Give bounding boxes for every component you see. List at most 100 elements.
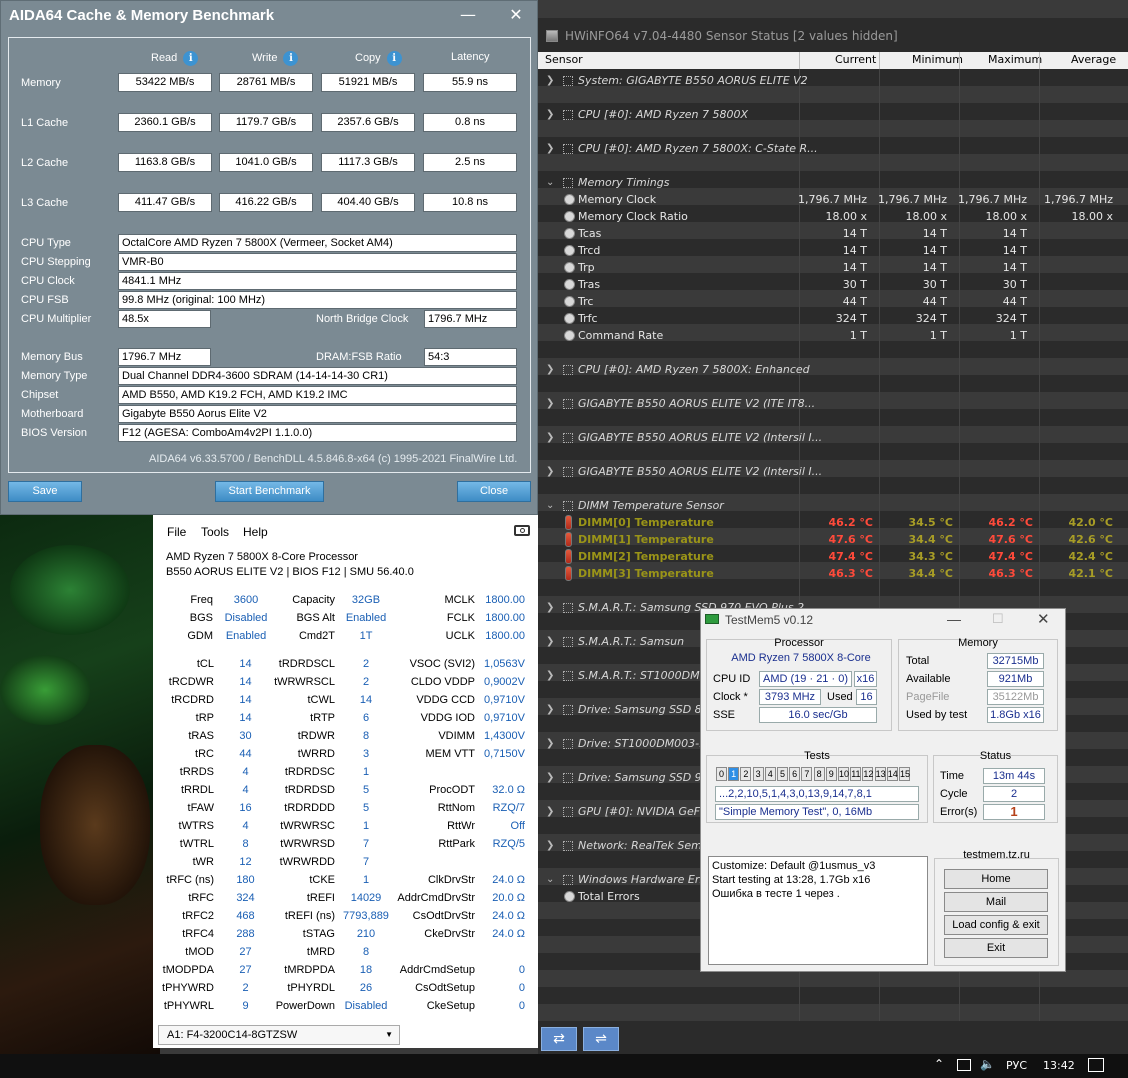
sensor-row[interactable]: Trc 44 T 44 T 44 T	[538, 293, 1128, 310]
test-number: 13	[874, 767, 886, 781]
group-smart-samsung[interactable]: S.M.A.R.T.: Samsun	[578, 633, 684, 650]
group-intersil-1[interactable]: GIGABYTE B550 AORUS ELITE V2 (Intersil I…	[578, 429, 822, 446]
aida64-window: AIDA64 Cache & Memory Benchmark — ✕ Read…	[0, 0, 538, 515]
start-benchmark-button[interactable]: Start Benchmark	[215, 481, 324, 502]
minimize-button[interactable]: —	[445, 3, 491, 27]
group-cpu-enhanced[interactable]: CPU [#0]: AMD Ryzen 7 5800X: Enhanced	[578, 361, 810, 378]
nav-arrows-icon[interactable]: ⇌	[583, 1027, 619, 1051]
exit-button[interactable]: Exit	[944, 938, 1048, 958]
sensor-row[interactable]: Memory Clock Ratio 18.00 x 18.00 x 18.00 x 1…	[538, 208, 1128, 225]
sensor-icon	[564, 313, 575, 324]
param-label: BGS Alt	[296, 612, 335, 624]
group-gpu[interactable]: GPU [#0]: NVIDIA GeFor	[578, 803, 711, 820]
timing-label: tRDRDDD	[284, 802, 335, 814]
sensor-avg-value: 42.1 °C	[1068, 567, 1113, 580]
timing-value: 2	[362, 658, 370, 670]
minimize-button[interactable]: —	[947, 611, 961, 627]
desktop-wallpaper	[0, 515, 160, 1055]
group-ite[interactable]: GIGABYTE B550 AORUS ELITE V2 (ITE IT8...	[578, 395, 815, 412]
close-button[interactable]: Close	[457, 481, 531, 502]
group-smart-st1000[interactable]: S.M.A.R.T.: ST1000DM00	[578, 667, 714, 684]
notifications-icon[interactable]	[1088, 1058, 1104, 1072]
sensor-max-value: 44 T	[1002, 295, 1027, 308]
timing-label: VDDG CCD	[416, 694, 475, 706]
menu-tools[interactable]: Tools	[201, 525, 229, 539]
info-icon[interactable]: i	[386, 51, 402, 66]
timing-value: 14	[359, 694, 373, 706]
timing-value: 16	[239, 802, 252, 814]
dimm-temp-row[interactable]: DIMM[2] Temperature 47.4 °C 34.3 °C 47.4 °C…	[538, 548, 1128, 565]
timing-value: 1,0563V	[484, 658, 525, 670]
thermometer-icon	[565, 532, 572, 547]
group-network[interactable]: Network: RealTek Semico	[578, 837, 718, 854]
timing-label: tWRWRDD	[279, 856, 335, 868]
group-whea[interactable]: Windows Hardware Error	[578, 871, 715, 888]
home-button[interactable]: Home	[944, 869, 1048, 889]
group-dimm-temp[interactable]: DIMM Temperature Sensor	[578, 497, 724, 514]
hwinfo-titlebar: HWiNFO64 v7.04-4480 Sensor Status [2 val…	[538, 18, 1128, 52]
bench-read-value: 2360.1 GB/s	[118, 113, 212, 132]
mail-button[interactable]: Mail	[944, 892, 1048, 912]
col-minimum[interactable]: Minimum	[912, 53, 963, 66]
timing-label: RttWr	[447, 820, 475, 832]
param-value: Enabled	[345, 612, 387, 624]
save-button[interactable]: Save	[8, 481, 82, 502]
nav-arrows-icon[interactable]: ⇄	[541, 1027, 577, 1051]
clock[interactable]: 13:42	[1043, 1059, 1075, 1072]
sensor-row[interactable]: Command Rate 1 T 1 T 1 T	[538, 327, 1128, 344]
test-number: 10	[838, 767, 850, 781]
timing-value: 210	[356, 928, 376, 940]
volume-icon[interactable]: 🔈	[980, 1057, 995, 1071]
sensor-row[interactable]: Tras 30 T 30 T 30 T	[538, 276, 1128, 293]
camera-icon[interactable]	[514, 525, 530, 536]
sensor-row[interactable]: Trp 14 T 14 T 14 T	[538, 259, 1128, 276]
timing-value: RZQ/7	[492, 802, 525, 814]
menu-help[interactable]: Help	[243, 525, 268, 539]
group-cpu[interactable]: CPU [#0]: AMD Ryzen 7 5800X	[578, 106, 748, 123]
maximize-button[interactable]: ☐	[992, 611, 1004, 627]
group-intersil-2[interactable]: GIGABYTE B550 AORUS ELITE V2 (Intersil I…	[578, 463, 822, 480]
param-label: Freq	[190, 594, 213, 606]
zentimings-window: File Tools Help AMD Ryzen 7 5800X 8-Core…	[153, 515, 538, 1048]
dimm-temp-row[interactable]: DIMM[3] Temperature 46.3 °C 34.4 °C 46.3 °C…	[538, 565, 1128, 582]
dimm-select[interactable]: A1: F4-3200C14-8GTZSW ▼	[158, 1025, 400, 1045]
sensor-row[interactable]: Memory Clock 1,796.7 MHz 1,796.7 MHz 1,796.…	[538, 191, 1128, 208]
chevron-up-icon[interactable]: ⌃	[934, 1057, 944, 1071]
close-window-button[interactable]: ✕	[493, 3, 539, 27]
board-icon	[563, 76, 573, 86]
close-window-button[interactable]: ✕	[1037, 610, 1050, 628]
network-icon[interactable]	[957, 1059, 971, 1071]
menu-file[interactable]: File	[167, 525, 186, 539]
group-system[interactable]: System: GIGABYTE B550 AORUS ELITE V2	[578, 72, 808, 89]
dimm-temp-row[interactable]: DIMM[1] Temperature 47.6 °C 34.4 °C 47.6 °C…	[538, 531, 1128, 548]
log-box: Customize: Default @1usmus_v3 Start test…	[708, 856, 928, 965]
timing-label: MEM VTT	[425, 748, 476, 760]
sensor-row[interactable]: Tcas 14 T 14 T 14 T	[538, 225, 1128, 242]
timing-value: RZQ/5	[492, 838, 525, 850]
timing-label: tWTRL	[179, 838, 214, 850]
test-number: 9	[825, 767, 837, 781]
col-current[interactable]: Current	[835, 53, 876, 66]
sensor-row[interactable]: Trfc 324 T 324 T 324 T	[538, 310, 1128, 327]
dimm-temp-row[interactable]: DIMM[0] Temperature 46.2 °C 34.5 °C 46.2 °C…	[538, 514, 1128, 531]
site-link[interactable]: testmem.tz.ru	[934, 849, 1059, 861]
info-icon[interactable]: i	[283, 51, 299, 66]
col-maximum[interactable]: Maximum	[988, 53, 1042, 66]
group-drive-970[interactable]: Drive: Samsung SSD 970	[578, 769, 716, 786]
nb-clock-label: North Bridge Clock	[316, 313, 409, 325]
available-value: 921Mb	[987, 671, 1044, 687]
sensor-row[interactable]: Trcd 14 T 14 T 14 T	[538, 242, 1128, 259]
group-cstate[interactable]: CPU [#0]: AMD Ryzen 7 5800X: C-State R..…	[578, 140, 818, 157]
group-memory-timings[interactable]: Memory Timings	[578, 174, 669, 191]
timing-value: 14	[239, 676, 252, 688]
info-icon[interactable]: i	[183, 51, 199, 66]
group-drive-860[interactable]: Drive: Samsung SSD 860	[578, 701, 716, 718]
bench-row-label: L2 Cache	[21, 157, 69, 169]
col-sensor[interactable]: Sensor	[545, 53, 583, 66]
chip-icon	[563, 433, 573, 443]
sensor-cur-value: 30 T	[842, 278, 867, 291]
language-indicator[interactable]: РУС	[1006, 1059, 1027, 1072]
sensor-max-value: 1,796.7 MHz	[957, 193, 1027, 206]
col-average[interactable]: Average	[1071, 53, 1116, 66]
load-config-exit-button[interactable]: Load config & exit	[944, 915, 1048, 935]
